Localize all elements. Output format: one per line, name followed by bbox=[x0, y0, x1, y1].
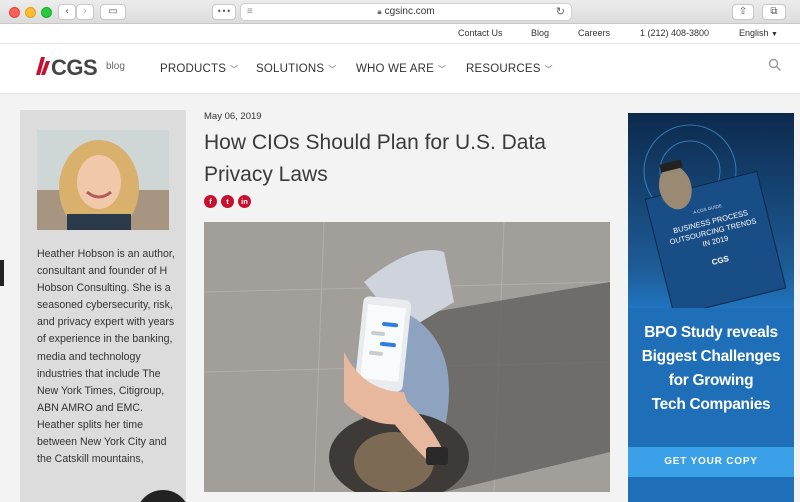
author-photo bbox=[37, 130, 169, 230]
chevron-down-icon: ﹀ bbox=[438, 65, 447, 74]
zoom-window-button[interactable] bbox=[41, 7, 52, 18]
caret-down-icon: ▼ bbox=[771, 31, 778, 38]
chevron-down-icon: ﹀ bbox=[328, 65, 337, 74]
back-icon[interactable]: ‹ bbox=[58, 4, 76, 20]
url-text: cgsinc.com bbox=[384, 6, 435, 17]
ad-headline-line: Tech Companies bbox=[651, 396, 771, 413]
nav-who-we-are-label: WHO WE ARE bbox=[356, 63, 435, 75]
nav-products[interactable]: PRODUCTS ﹀ bbox=[160, 63, 238, 75]
ad-footer bbox=[628, 477, 794, 502]
ad-headline-line: for Growing bbox=[668, 372, 754, 389]
facebook-share-icon[interactable]: f bbox=[204, 195, 217, 208]
ad-headline-line: BPO Study reveals bbox=[644, 324, 778, 341]
chevron-down-icon: ﹀ bbox=[230, 65, 239, 74]
chevron-down-icon: ﹀ bbox=[544, 65, 553, 74]
lock-icon: 🔒︎ bbox=[377, 7, 382, 16]
main-nav: CGS blog PRODUCTS ﹀ SOLUTIONS ﹀ WHO WE ARE… bbox=[0, 44, 800, 94]
nav-solutions[interactable]: SOLUTIONS ﹀ bbox=[256, 63, 336, 75]
article-date: May 06, 2019 bbox=[204, 111, 262, 122]
left-edge-marker bbox=[0, 260, 4, 286]
nav-solutions-label: SOLUTIONS bbox=[256, 63, 325, 75]
ad-banner-art: A CGS GUIDE BUSINESS PROCESS OUTSOURCING… bbox=[628, 113, 794, 317]
careers-link[interactable]: Careers bbox=[578, 28, 610, 38]
utility-bar: Contact Us Blog Careers 1 (212) 408-3800… bbox=[0, 24, 800, 44]
tabs-icon[interactable]: ⧉ bbox=[762, 4, 786, 20]
extensions-icon[interactable]: ••• bbox=[212, 4, 236, 20]
share-icon[interactable]: ⇧ bbox=[732, 4, 754, 20]
language-selector[interactable]: English ▼ bbox=[739, 28, 778, 38]
phone-link[interactable]: 1 (212) 408-3800 bbox=[640, 28, 709, 38]
article-title: How CIOs Should Plan for U.S. Data Priva… bbox=[204, 131, 546, 186]
reader-icon[interactable]: ≡ bbox=[247, 4, 253, 20]
contact-us-link[interactable]: Contact Us bbox=[458, 28, 503, 38]
nav-who-we-are[interactable]: WHO WE ARE ﹀ bbox=[356, 63, 446, 75]
minimize-window-button[interactable] bbox=[25, 7, 36, 18]
search-icon[interactable] bbox=[768, 58, 782, 72]
twitter-share-icon[interactable]: t bbox=[221, 195, 234, 208]
logo-mark-icon bbox=[36, 57, 50, 75]
close-window-button[interactable] bbox=[9, 7, 20, 18]
linkedin-share-icon[interactable]: in bbox=[238, 195, 251, 208]
logo-text: CGS bbox=[51, 55, 98, 80]
author-bio: Heather Hobson is an author, consultant … bbox=[37, 248, 175, 466]
forward-icon[interactable]: › bbox=[76, 4, 94, 20]
blog-link[interactable]: Blog bbox=[531, 28, 549, 38]
sidebar-ad[interactable]: A CGS GUIDE BUSINESS PROCESS OUTSOURCING… bbox=[628, 113, 794, 502]
language-label: English bbox=[739, 28, 769, 38]
get-your-copy-button[interactable]: GET YOUR COPY bbox=[628, 447, 794, 477]
article-hero-image bbox=[204, 222, 610, 492]
nav-resources-label: RESOURCES bbox=[466, 63, 541, 75]
ad-headline-line: Biggest Challenges bbox=[641, 348, 781, 365]
nav-resources[interactable]: RESOURCES ﹀ bbox=[466, 63, 553, 75]
ad-headline: BPO Study reveals Biggest Challenges for… bbox=[628, 321, 794, 417]
browser-toolbar: ‹ › ▭ ••• ≡ 🔒︎ cgsinc.com ↻ ⇧ ⧉ bbox=[0, 0, 800, 24]
address-bar[interactable]: ≡ 🔒︎ cgsinc.com ↻ bbox=[240, 3, 572, 21]
reload-icon[interactable]: ↻ bbox=[556, 4, 565, 20]
nav-products-label: PRODUCTS bbox=[160, 63, 227, 75]
sidebar-toggle-icon[interactable]: ▭ bbox=[100, 4, 126, 20]
logo-suffix: blog bbox=[106, 61, 125, 72]
